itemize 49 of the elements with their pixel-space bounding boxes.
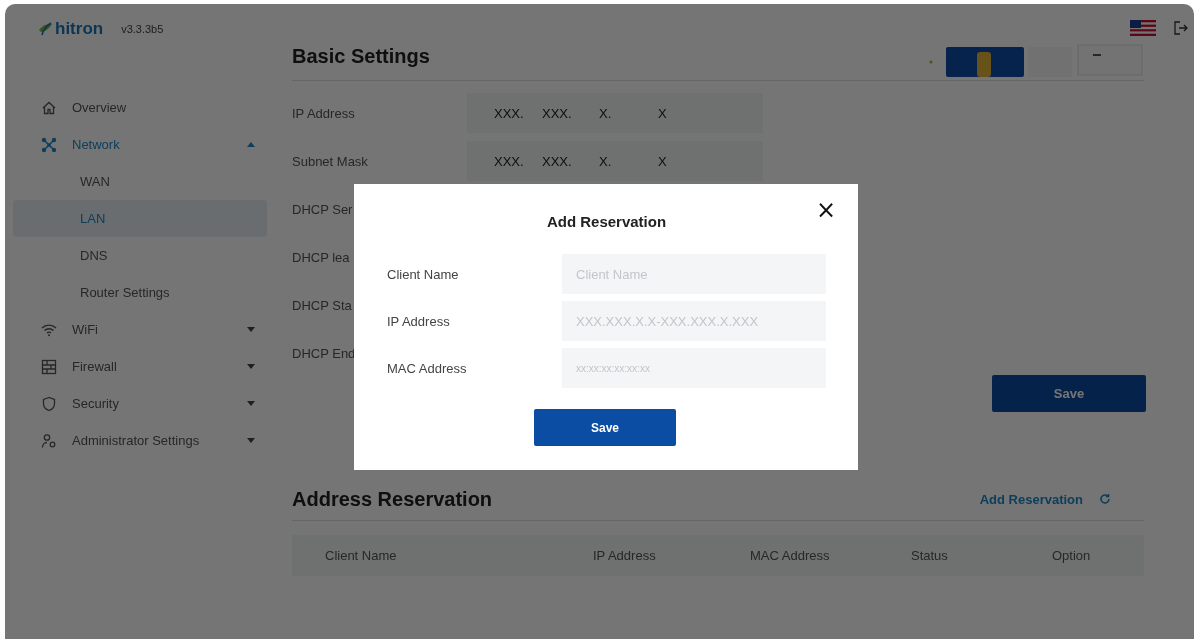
nav-subitem[interactable]: DNS: [13, 237, 267, 274]
field-label: Client Name: [387, 266, 460, 282]
firewall-icon: [41, 358, 57, 375]
section-title: Address Reservation: [292, 487, 493, 511]
nav-item[interactable]: Network: [5, 126, 267, 163]
user-gear-icon: [41, 432, 57, 449]
field-label: DHCP End: [292, 345, 357, 361]
us-flag-icon[interactable]: [1130, 20, 1156, 36]
logout-icon[interactable]: [1174, 21, 1188, 35]
field-label: DHCP Ser: [292, 201, 354, 217]
column-header: Option: [1052, 548, 1092, 563]
save-button[interactable]: Save: [992, 375, 1146, 412]
column-header: Status: [911, 548, 949, 563]
nav-item[interactable]: Security: [5, 385, 267, 422]
section-title: Basic Settings: [292, 45, 430, 69]
field-label: MAC Address: [387, 360, 468, 376]
caret-icon: [247, 327, 255, 332]
network-nodes-icon: [41, 136, 57, 153]
nav-subitem[interactable]: WAN: [13, 163, 267, 200]
nav-subitem[interactable]: LAN: [13, 200, 267, 237]
nav-item[interactable]: WiFi: [5, 311, 267, 348]
nav-item[interactable]: Administrator Settings: [5, 422, 267, 459]
field-label: DHCP Sta: [292, 297, 353, 313]
column-header: MAC Address: [750, 548, 831, 563]
logo-text: hitron: [55, 19, 104, 39]
refresh-icon[interactable]: [1099, 493, 1111, 505]
home-icon: [41, 99, 57, 116]
caret-icon: [247, 364, 255, 369]
field-label: IP Address: [292, 105, 356, 121]
caret-icon: [247, 438, 255, 443]
version-label: v3.3.3b5: [121, 23, 164, 35]
column-header: Client Name: [325, 548, 398, 563]
nav-item[interactable]: Overview: [5, 89, 267, 126]
ip-field[interactable]: XXX. XXX. X. X: [467, 141, 763, 181]
column-header: IP Address: [593, 548, 657, 563]
close-button[interactable]: ×: [811, 200, 840, 220]
field-label: DHCP lea: [292, 249, 351, 265]
caret-icon: [247, 401, 255, 406]
field-label: IP Address: [387, 313, 451, 329]
caret-icon: [247, 142, 255, 147]
add-reservation-link[interactable]: Add Reservation: [979, 491, 1083, 507]
dialog-title: Add Reservation: [546, 212, 667, 230]
nav-subitem[interactable]: Router Settings: [13, 274, 267, 311]
save-button[interactable]: Save: [534, 409, 676, 446]
shield-icon: [41, 395, 57, 412]
ip-field[interactable]: XXX. XXX. X. X: [467, 93, 763, 133]
field-label: Subnet Mask: [292, 153, 369, 169]
nav-item[interactable]: Firewall: [5, 348, 267, 385]
leaf-logo-icon: [38, 21, 54, 37]
